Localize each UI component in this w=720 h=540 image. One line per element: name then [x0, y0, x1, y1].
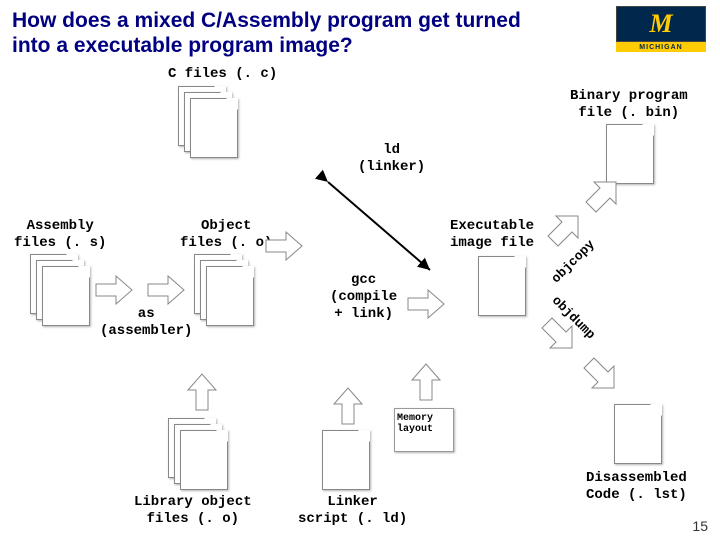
label-objdump: objdump [548, 293, 598, 343]
doc-linker-script [322, 430, 370, 490]
label-assembler: as (assembler) [100, 306, 192, 340]
file-icon [180, 430, 228, 490]
file-icon [206, 266, 254, 326]
label-binary: Binary program file (. bin) [570, 88, 688, 122]
label-linker: ld (linker) [358, 142, 425, 176]
label-objcopy: objcopy [548, 237, 598, 287]
label-disassembled: Disassembled Code (. lst) [586, 470, 687, 504]
doc-executable [478, 256, 526, 316]
label-assembly: Assembly files (. s) [14, 218, 106, 252]
docstack-c-files [178, 86, 238, 158]
doc-binary [606, 124, 654, 184]
logo-m-icon: M [649, 9, 672, 39]
file-icon [190, 98, 238, 158]
docstack-assembly [30, 254, 90, 326]
label-gcc: gcc (compile + link) [330, 272, 397, 322]
docstack-library [168, 418, 228, 490]
memory-layout-box: Memory layout [394, 408, 454, 452]
page-title: How does a mixed C/Assembly program get … [12, 8, 532, 58]
label-object: Object files (. o) [180, 218, 272, 252]
label-library: Library object files (. o) [134, 494, 252, 528]
label-executable: Executable image file [450, 218, 534, 252]
logo-band: MICHIGAN [616, 42, 706, 52]
file-icon [42, 266, 90, 326]
slide-number: 15 [692, 518, 708, 534]
doc-disassembled [614, 404, 662, 464]
docstack-object [194, 254, 254, 326]
label-c-files: C files (. c) [168, 66, 277, 83]
label-linker-script: Linker script (. ld) [298, 494, 407, 528]
michigan-logo: M MICHIGAN [616, 6, 706, 54]
